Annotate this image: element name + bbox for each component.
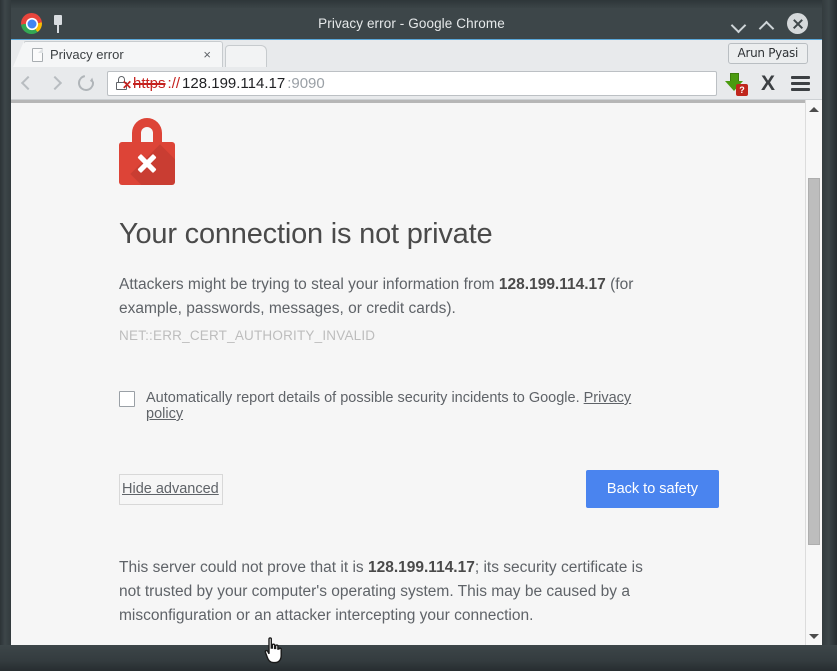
scroll-down-arrow-icon[interactable] [806, 628, 822, 644]
url-port: :9090 [287, 74, 325, 92]
user-profile-badge[interactable]: Arun Pyasi [727, 43, 808, 64]
tab-close-icon[interactable]: × [200, 47, 214, 62]
interstitial-page: Your connection is not private Attackers… [11, 100, 805, 645]
reload-button[interactable] [71, 68, 101, 98]
action-button-row: Hide advanced Back to safety [119, 470, 719, 508]
title-bar-left-icons [11, 13, 131, 34]
browser-toolbar: ✕ https://128.199.114.17:9090 ? X [11, 67, 822, 100]
browser-window: Privacy error - Google Chrome Privacy er… [0, 0, 837, 671]
url-separator: :// [167, 74, 181, 92]
download-icon[interactable]: ? [724, 72, 748, 96]
stop-icon[interactable]: X [761, 73, 775, 94]
error-description: Attackers might be trying to steal your … [119, 273, 651, 321]
report-checkbox-label: Automatically report details of possible… [146, 390, 651, 422]
download-badge: ? [735, 83, 748, 96]
forward-button[interactable] [41, 68, 71, 98]
window-frame-top [0, 0, 837, 8]
reload-icon [74, 71, 98, 95]
report-label-text: Automatically report details of possible… [146, 390, 580, 406]
scrollbar-thumb[interactable] [808, 178, 820, 545]
tab-label: Privacy error [50, 47, 124, 62]
report-checkbox-row: Automatically report details of possible… [119, 390, 651, 422]
window-frame-left [0, 0, 11, 671]
page-title: Your connection is not private [119, 218, 493, 250]
address-bar[interactable]: ✕ https://128.199.114.17:9090 [107, 70, 717, 96]
tab-strip: Privacy error × Arun Pyasi [11, 39, 822, 67]
toolbar-right-icons: ? X [724, 72, 822, 96]
chrome-logo-icon [21, 13, 42, 34]
error-description-prefix: Attackers might be trying to steal your … [119, 276, 499, 293]
red-broken-lock-icon [119, 118, 175, 185]
window-controls [692, 13, 822, 34]
broken-lock-icon[interactable]: ✕ [116, 76, 132, 91]
tab-privacy-error[interactable]: Privacy error × [13, 41, 223, 67]
back-button[interactable] [11, 68, 41, 98]
arrow-left-icon [20, 75, 35, 91]
url-scheme: https [133, 74, 166, 92]
window-frame-bottom [0, 645, 837, 671]
page-icon [32, 47, 43, 62]
advanced-prefix: This server could not prove that it is [119, 559, 368, 576]
url-host: 128.199.114.17 [182, 74, 286, 92]
pin-icon[interactable] [51, 14, 65, 33]
back-to-safety-button[interactable]: Back to safety [585, 470, 719, 508]
title-bar[interactable]: Privacy error - Google Chrome [11, 8, 822, 39]
report-checkbox[interactable] [119, 391, 135, 407]
window-frame-right [822, 0, 837, 671]
maximize-button[interactable] [759, 16, 774, 31]
window-title: Privacy error - Google Chrome [318, 16, 505, 31]
error-description-host: 128.199.114.17 [498, 276, 606, 293]
error-code: NET::ERR_CERT_AUTHORITY_INVALID [119, 328, 376, 343]
advanced-host: 128.199.114.17 [367, 559, 475, 576]
scroll-up-arrow-icon[interactable] [806, 101, 822, 117]
mouse-cursor-pointer [264, 637, 282, 664]
hamburger-menu-icon[interactable] [791, 75, 810, 91]
hide-advanced-button[interactable]: Hide advanced [119, 473, 223, 505]
arrow-right-icon [47, 75, 62, 91]
new-tab-button[interactable] [225, 45, 267, 67]
page-content: Your connection is not private Attackers… [11, 100, 822, 645]
close-button[interactable] [787, 13, 808, 34]
advanced-explanation: This server could not prove that it is 1… [119, 556, 651, 628]
vertical-scrollbar[interactable] [805, 100, 822, 645]
minimize-button[interactable] [731, 16, 746, 31]
